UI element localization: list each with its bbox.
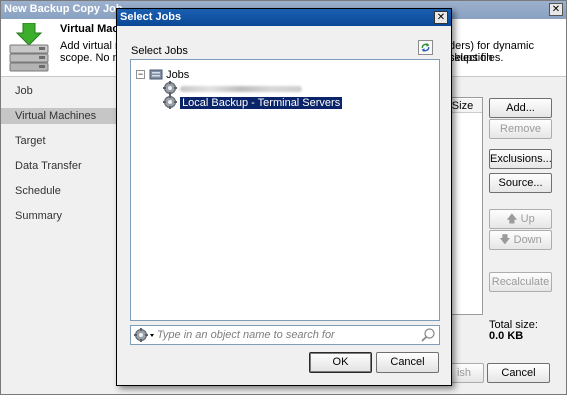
gear-icon bbox=[163, 95, 177, 109]
ok-button[interactable]: OK bbox=[309, 352, 372, 373]
wizard-step-desc-right2: ckups files. bbox=[449, 52, 504, 64]
nav-item-target[interactable]: Target bbox=[1, 133, 117, 149]
tree-node-hidden-job[interactable] bbox=[163, 81, 303, 95]
search-icon[interactable] bbox=[420, 327, 437, 343]
nav-item-schedule[interactable]: Schedule bbox=[1, 183, 117, 199]
tree-node-jobs-label: Jobs bbox=[166, 69, 190, 81]
vm-stack-icon bbox=[9, 23, 49, 72]
tree-node-local-backup-label: Local Backup - Terminal Servers bbox=[180, 97, 343, 109]
arrow-down-icon: 🡇 bbox=[499, 234, 511, 246]
collapse-icon[interactable]: − bbox=[136, 70, 145, 79]
wizard-step-nav: Job Virtual Machines Target Data Transfe… bbox=[1, 78, 117, 378]
arrow-up-icon: 🡅 bbox=[506, 213, 518, 225]
select-jobs-dialog: Select Jobs ✕ Select Jobs − Jobs Local B… bbox=[116, 8, 452, 386]
dialog-close-icon[interactable]: ✕ bbox=[434, 11, 448, 24]
remove-button[interactable]: Remove bbox=[489, 119, 552, 139]
nav-item-virtual-machines[interactable]: Virtual Machines bbox=[1, 108, 117, 124]
recalculate-button[interactable]: Recalculate bbox=[489, 272, 552, 292]
redacted-job-name bbox=[180, 86, 303, 93]
nav-item-data-transfer[interactable]: Data Transfer bbox=[1, 158, 117, 174]
nav-item-summary[interactable]: Summary bbox=[1, 208, 117, 224]
select-jobs-label: Select Jobs bbox=[131, 45, 188, 57]
dialog-titlebar: Select Jobs ✕ bbox=[117, 9, 451, 26]
search-box: Type in an object name to search for bbox=[130, 325, 440, 345]
refresh-icon[interactable] bbox=[418, 40, 433, 55]
gear-icon bbox=[163, 81, 177, 95]
dialog-cancel-button[interactable]: Cancel bbox=[376, 352, 439, 373]
gear-filter-icon[interactable] bbox=[133, 327, 155, 343]
up-button[interactable]: 🡅 Up bbox=[489, 209, 552, 229]
wizard-title: New Backup Copy Job bbox=[4, 3, 123, 15]
down-button-label: Down bbox=[513, 234, 542, 246]
up-button-label: Up bbox=[520, 213, 535, 225]
dialog-title: Select Jobs bbox=[120, 11, 182, 23]
tree-node-local-backup[interactable]: Local Backup - Terminal Servers bbox=[163, 95, 343, 109]
total-size-value: 0.0 KB bbox=[489, 330, 524, 342]
exclusions-button[interactable]: Exclusions... bbox=[489, 149, 552, 169]
source-button[interactable]: Source... bbox=[489, 173, 552, 193]
jobs-tree[interactable]: − Jobs Local Backup - Terminal Servers bbox=[130, 59, 440, 321]
wizard-close-icon[interactable]: ✕ bbox=[549, 3, 563, 16]
add-button[interactable]: Add... bbox=[489, 98, 552, 118]
down-button[interactable]: 🡇 Down bbox=[489, 230, 552, 250]
nav-item-job[interactable]: Job bbox=[1, 83, 117, 99]
jobs-folder-icon bbox=[149, 69, 163, 80]
tree-node-jobs[interactable]: Jobs bbox=[149, 68, 189, 82]
search-input[interactable]: Type in an object name to search for bbox=[157, 329, 335, 341]
finish-button-label: ish bbox=[456, 367, 471, 379]
wizard-cancel-button[interactable]: Cancel bbox=[487, 363, 550, 383]
